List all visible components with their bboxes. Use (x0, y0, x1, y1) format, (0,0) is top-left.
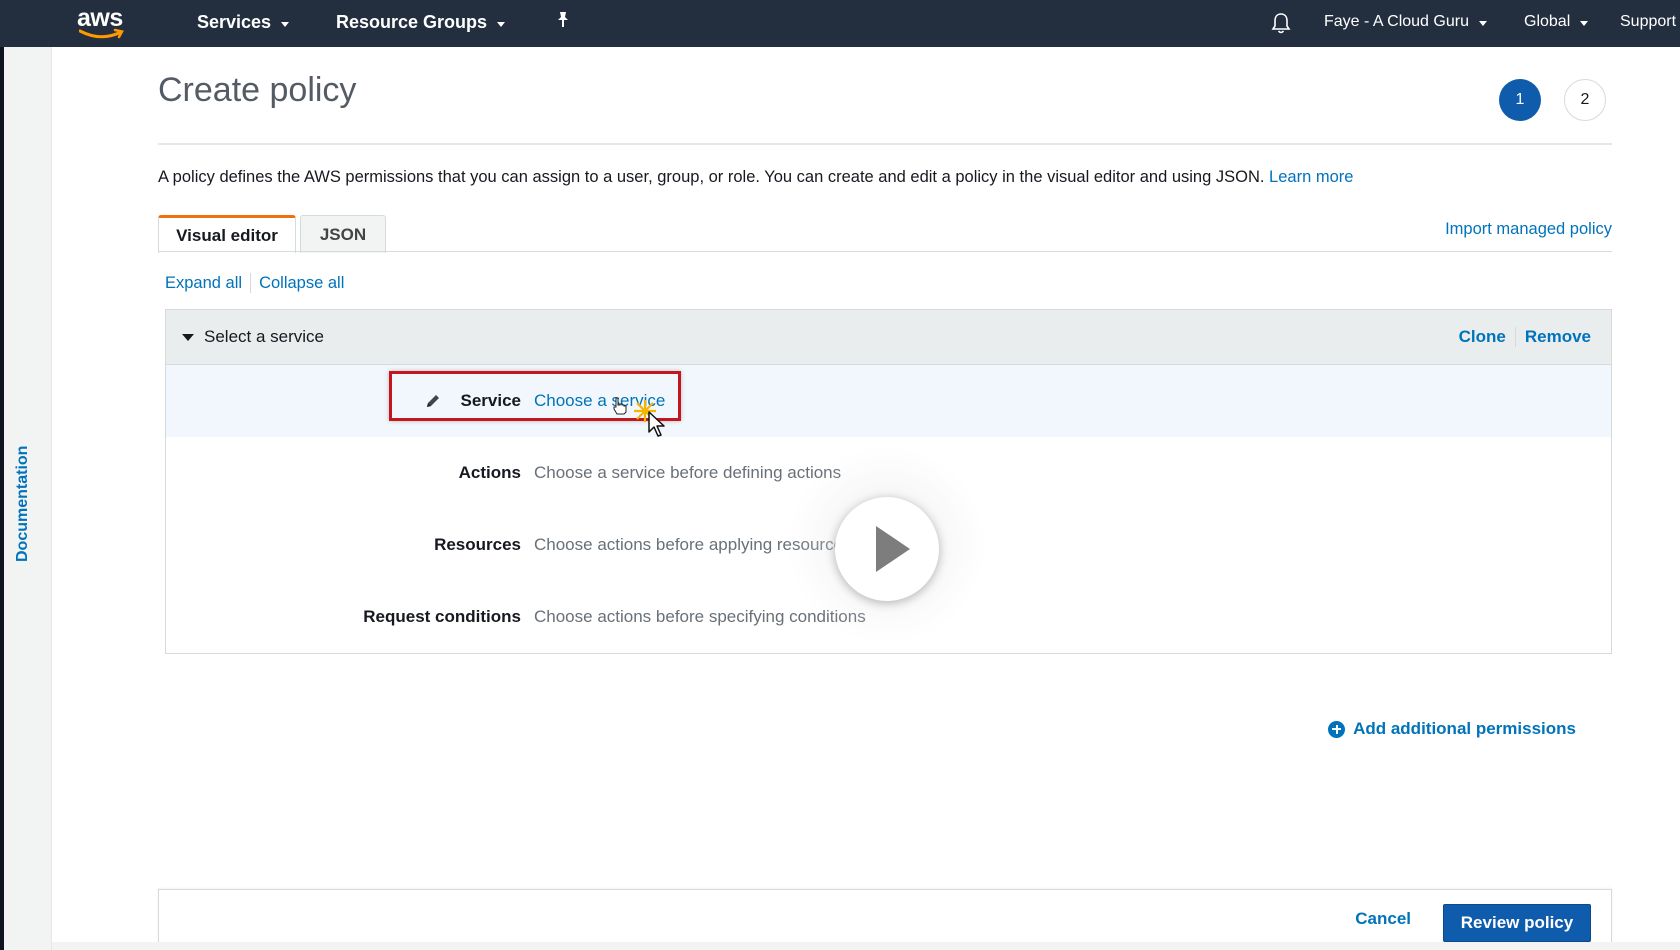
footer-bar: Cancel Review policy (158, 889, 1612, 950)
support-label: Support (1620, 13, 1677, 30)
divider (158, 143, 1612, 145)
services-menu[interactable]: Services (197, 12, 290, 33)
actions-label: Actions (458, 463, 521, 482)
expand-all-link[interactable]: Expand all (165, 274, 242, 293)
aws-logo[interactable]: aws (77, 4, 129, 40)
pencil-icon[interactable] (424, 392, 442, 410)
page-bottom-strip (52, 942, 1680, 950)
request-conditions-label: Request conditions (363, 607, 521, 626)
description-text: A policy defines the AWS permissions tha… (158, 168, 1265, 186)
region-label: Global (1524, 13, 1571, 30)
tabs-divider (158, 251, 1612, 252)
step-indicator-2: 2 (1564, 79, 1606, 121)
chevron-down-icon (281, 21, 290, 27)
chevron-down-icon (1478, 21, 1487, 26)
documentation-tab[interactable]: Documentation (14, 446, 32, 562)
add-additional-permissions-link[interactable]: Add additional permissions (1328, 719, 1576, 739)
resources-label: Resources (434, 535, 521, 554)
permission-block-title: Select a service (204, 327, 324, 346)
separator (250, 273, 252, 293)
service-label: Service (460, 391, 522, 410)
top-navigation: aws Services Resource Groups Faye - A Cl… (0, 0, 1680, 47)
separator (1514, 327, 1516, 347)
tab-json[interactable]: JSON (300, 215, 386, 253)
arrow-cursor-icon (648, 411, 665, 437)
policy-description: A policy defines the AWS permissions tha… (158, 168, 1353, 187)
actions-value: Choose a service before defining actions (534, 463, 842, 482)
service-row: Service Choose a service (166, 365, 1611, 437)
documentation-sidebar: Documentation (4, 47, 52, 950)
chevron-down-icon (497, 21, 506, 27)
support-menu[interactable]: Support (1620, 13, 1676, 31)
clone-link[interactable]: Clone (1459, 327, 1506, 347)
page-title: Create policy (158, 71, 357, 109)
play-button[interactable] (835, 497, 939, 601)
hand-cursor-icon (613, 397, 627, 415)
permission-block-header[interactable]: Select a service Clone Remove (166, 310, 1611, 365)
step-indicator-1: 1 (1499, 79, 1541, 121)
aws-smile-icon (79, 28, 124, 39)
add-permissions-label: Add additional permissions (1353, 719, 1576, 738)
tab-visual-editor[interactable]: Visual editor (158, 215, 296, 253)
account-label: Faye - A Cloud Guru (1324, 13, 1469, 30)
region-menu[interactable]: Global (1524, 13, 1589, 31)
account-menu[interactable]: Faye - A Cloud Guru (1324, 13, 1487, 31)
collapse-all-link[interactable]: Collapse all (259, 274, 344, 293)
chevron-down-icon (1580, 21, 1589, 26)
play-icon (876, 526, 910, 572)
pushpin-icon[interactable] (555, 11, 571, 29)
plus-circle-icon (1328, 720, 1346, 738)
remove-link[interactable]: Remove (1525, 327, 1591, 347)
import-managed-policy-link[interactable]: Import managed policy (1445, 220, 1612, 239)
caret-down-icon[interactable] (182, 333, 194, 341)
resource-groups-label: Resource Groups (336, 12, 488, 32)
bell-icon[interactable] (1271, 12, 1291, 34)
services-label: Services (197, 12, 272, 32)
review-policy-button[interactable]: Review policy (1443, 904, 1591, 942)
expand-collapse-controls: Expand all Collapse all (165, 273, 344, 293)
learn-more-link[interactable]: Learn more (1269, 168, 1353, 186)
permission-block-actions: Clone Remove (1459, 327, 1591, 347)
cancel-button[interactable]: Cancel (1355, 909, 1411, 929)
resource-groups-menu[interactable]: Resource Groups (336, 12, 506, 33)
